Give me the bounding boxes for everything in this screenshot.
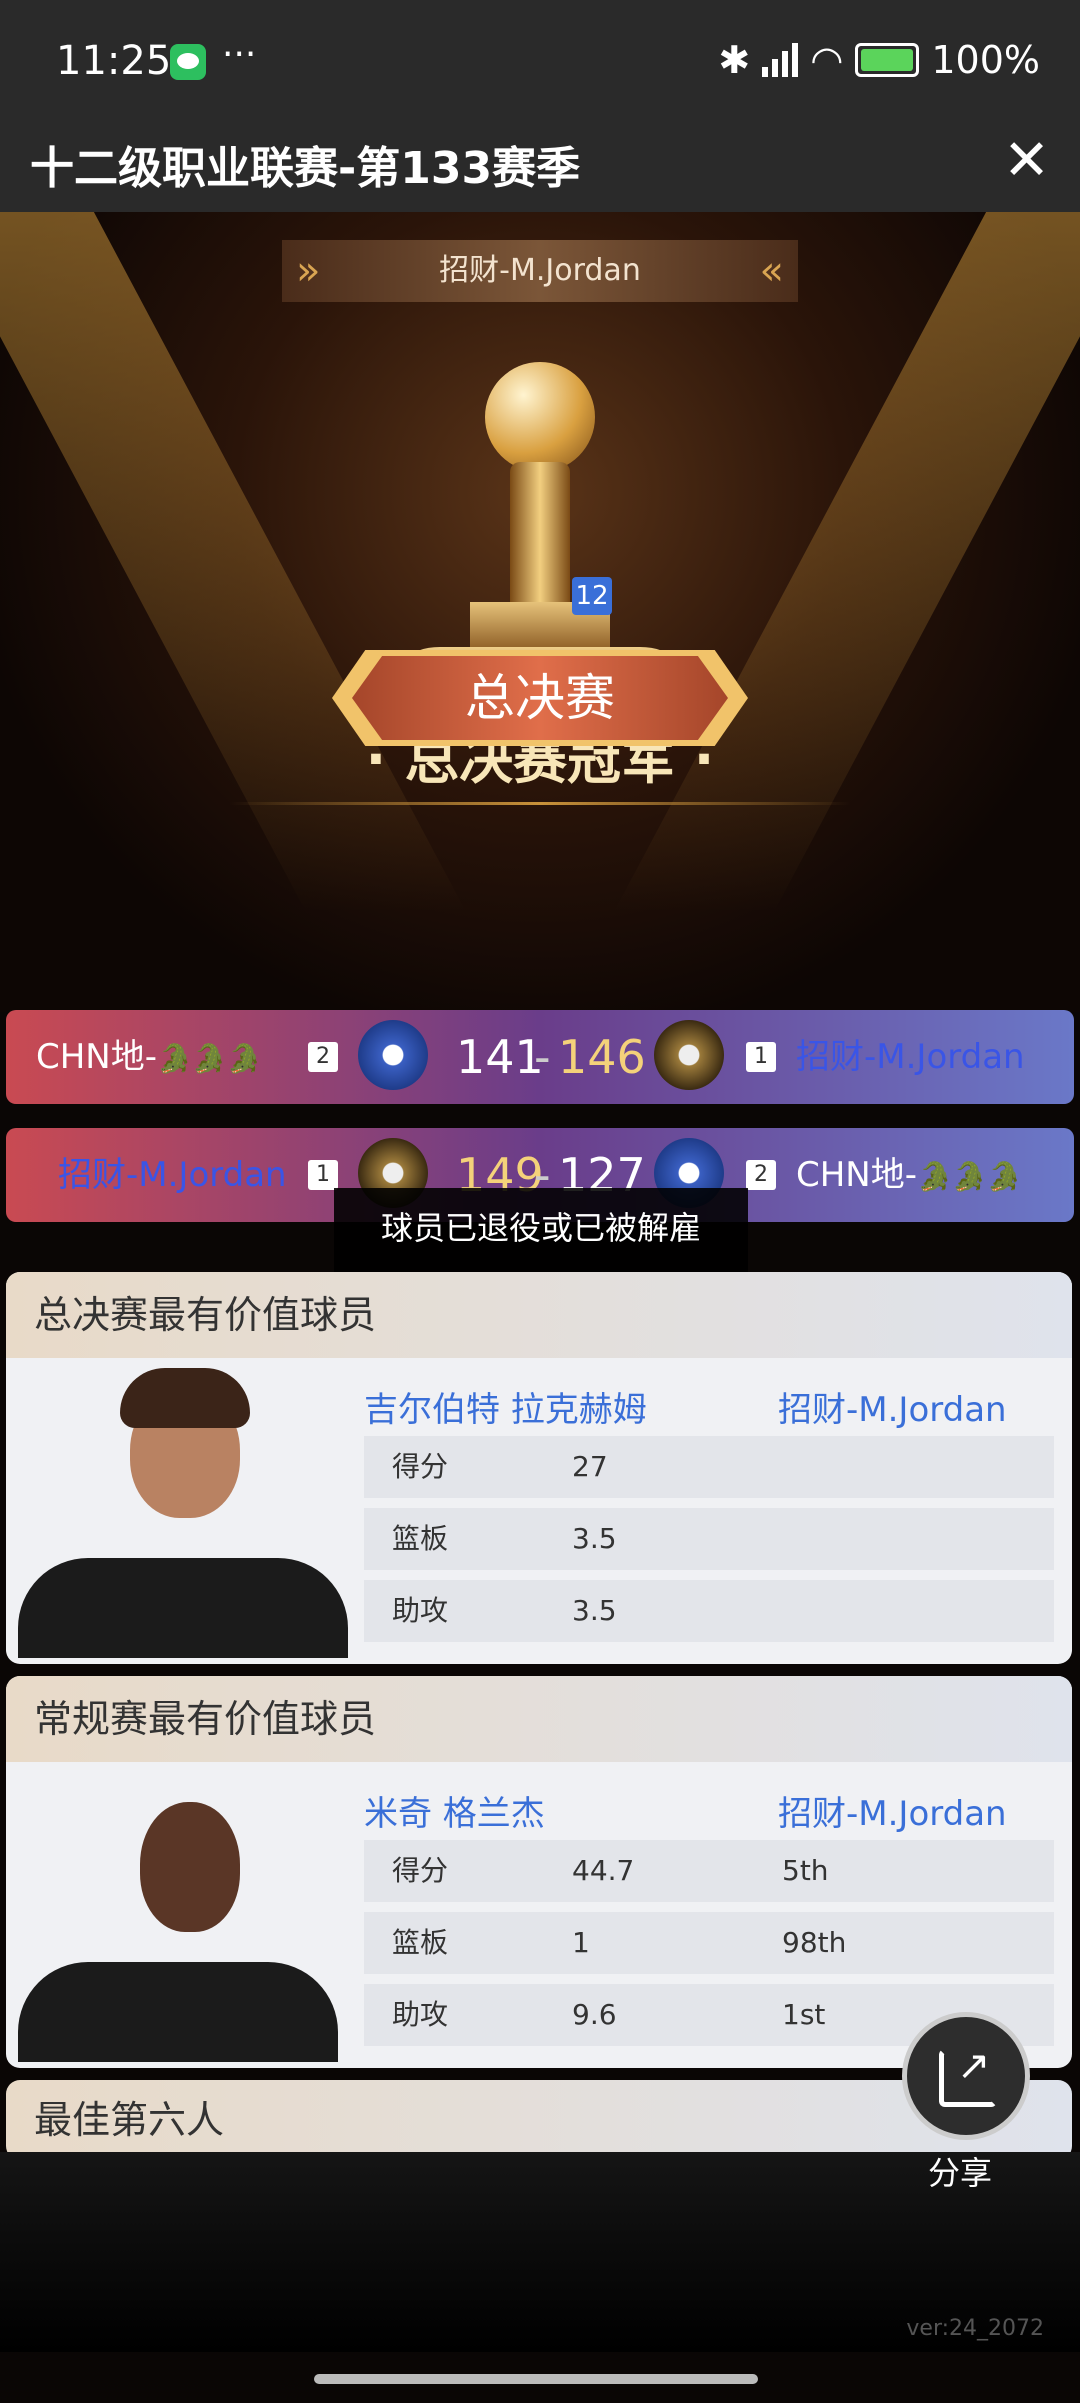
stat-row: 得分 27 — [364, 1436, 1054, 1498]
card-title: 常规赛最有价值球员 — [6, 1676, 1072, 1762]
match-row[interactable]: CHN地-🐊🐊🐊 2 141 - 146 1 招财-M.Jordan — [6, 1010, 1074, 1104]
bluetooth-icon: ✱ — [718, 38, 751, 82]
seed-badge: 1 — [308, 1160, 338, 1190]
seed-badge: 2 — [746, 1160, 776, 1190]
seed-badge: 2 — [308, 1042, 338, 1072]
wifi-icon: ◠ — [810, 38, 844, 82]
status-time: 11:25 — [56, 38, 172, 84]
share-button[interactable]: ↗ — [902, 2012, 1030, 2140]
wechat-icon — [170, 44, 206, 80]
divider — [230, 802, 850, 805]
score-left: 141 — [456, 1030, 544, 1084]
regular-mvp-card[interactable]: 常规赛最有价值球员 米奇 格兰杰 招财-M.Jordan 得分 44.7 5th… — [6, 1676, 1072, 2068]
battery-percent: 100% — [931, 38, 1040, 82]
toast-message: 球员已退役或已被解雇 — [334, 1188, 748, 1278]
seed-badge: 1 — [746, 1042, 776, 1072]
crocodile-icon: 🐊🐊🐊 — [157, 1042, 262, 1075]
signal-icon — [762, 43, 799, 77]
left-team-name: 招财-M.Jordan — [58, 1155, 287, 1195]
finals-tag: 总决赛 — [352, 656, 728, 740]
share-label[interactable]: 分享 — [928, 2148, 992, 2194]
version-label: ver:24_2072 — [906, 2316, 1044, 2341]
champion-ribbon: » 招财-M.Jordan « — [282, 240, 798, 302]
score-right: 146 — [558, 1030, 646, 1084]
stat-row: 助攻 3.5 — [364, 1580, 1054, 1642]
score-dash: - — [534, 1030, 551, 1084]
card-title: 总决赛最有价值球员 — [6, 1272, 1072, 1358]
status-icons: ✱ ◠ 100% — [718, 38, 1040, 82]
chevron-left-icon: « — [759, 248, 784, 294]
player-team[interactable]: 招财-M.Jordan — [778, 1786, 1007, 1835]
page-title: 十二级职业联赛-第133赛季 — [30, 143, 581, 194]
stat-row: 得分 44.7 5th — [364, 1840, 1054, 1902]
title-bar: 十二级职业联赛-第133赛季 ✕ — [0, 110, 1080, 212]
finals-mvp-card[interactable]: 总决赛最有价值球员 吉尔伯特 拉克赫姆 招财-M.Jordan 得分 27 篮板… — [6, 1272, 1072, 1664]
team-logo-icon — [358, 1020, 428, 1090]
player-name[interactable]: 吉尔伯特 拉克赫姆 — [364, 1382, 647, 1431]
team-logo-icon — [654, 1020, 724, 1090]
player-team[interactable]: 招财-M.Jordan — [778, 1382, 1007, 1431]
right-team-name: CHN地-🐊🐊🐊 — [796, 1155, 1022, 1195]
battery-icon — [855, 43, 920, 77]
right-team-name: 招财-M.Jordan — [796, 1037, 1025, 1077]
arrow-icon: ↗ — [957, 2043, 991, 2089]
stat-row: 篮板 3.5 — [364, 1508, 1054, 1570]
champion-hero: » 招财-M.Jordan « 12 · 总决赛冠军 · — [0, 212, 1080, 1012]
chevron-right-icon: » — [296, 248, 321, 294]
player-portrait — [18, 1368, 348, 1658]
stat-row: 篮板 1 98th — [364, 1912, 1054, 1974]
left-team-name: CHN地-🐊🐊🐊 — [36, 1037, 262, 1077]
status-bar: 11:25 ··· ✱ ◠ 100% — [0, 0, 1080, 110]
basketball-icon — [485, 362, 595, 472]
player-portrait — [18, 1802, 348, 2062]
close-icon[interactable]: ✕ — [1003, 128, 1050, 193]
level-badge: 12 — [572, 577, 612, 615]
crocodile-icon: 🐊🐊🐊 — [917, 1160, 1022, 1193]
home-indicator[interactable] — [314, 2374, 758, 2384]
player-name[interactable]: 米奇 格兰杰 — [364, 1786, 545, 1835]
champion-team-name: 招财-M.Jordan — [439, 253, 641, 288]
more-dots: ··· — [222, 34, 257, 75]
